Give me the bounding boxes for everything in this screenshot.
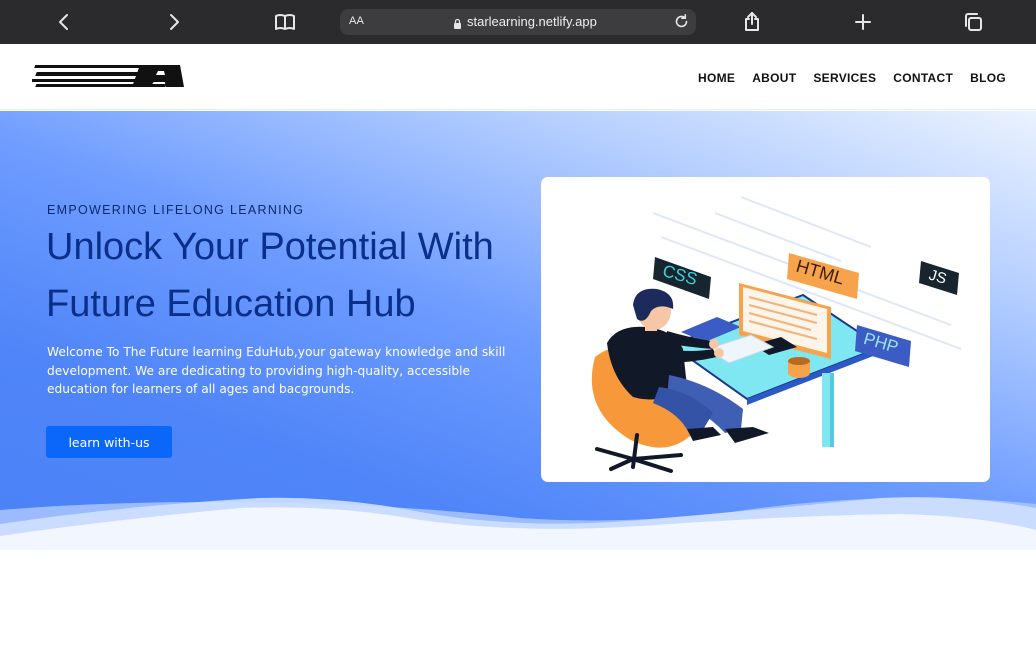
- nav-about[interactable]: ABOUT: [752, 71, 796, 85]
- reload-icon[interactable]: [673, 13, 690, 34]
- nav-contact[interactable]: CONTACT: [893, 71, 953, 85]
- plus-icon: [855, 14, 871, 30]
- browser-toolbar: AA starlearning.netlify.app: [0, 0, 1036, 44]
- hero-eyebrow: EMPOWERING LIFELONG LEARNING: [47, 203, 305, 217]
- chevron-right-icon: [170, 14, 179, 30]
- html-tag: HTML: [787, 253, 859, 299]
- url-text: starlearning.netlify.app: [467, 14, 597, 29]
- back-button[interactable]: [48, 6, 80, 38]
- hero-waves: [0, 497, 1036, 550]
- address-bar[interactable]: AA starlearning.netlify.app: [340, 9, 696, 35]
- hero-headline: Unlock Your Potential With Future Educat…: [46, 219, 516, 333]
- text-size-button[interactable]: AA: [349, 15, 364, 27]
- php-tag: PHP: [855, 325, 911, 367]
- hero-intro: Welcome To The Future learning EduHub,yo…: [47, 345, 506, 396]
- page-below-hero: [0, 550, 1036, 648]
- hero-section: EMPOWERING LIFELONG LEARNING Unlock Your…: [0, 111, 1036, 550]
- hero-illustration: CSS HTML JS PHP: [541, 177, 990, 482]
- share-button[interactable]: [736, 6, 768, 38]
- main-nav: HOME ABOUT SERVICES CONTACT BLOG: [698, 71, 1006, 85]
- lock-icon: [453, 15, 462, 34]
- new-tab-button[interactable]: [847, 6, 879, 38]
- bookmarks-button[interactable]: [269, 6, 301, 38]
- forward-button[interactable]: [158, 6, 190, 38]
- nav-blog[interactable]: BLOG: [970, 71, 1006, 85]
- book-icon: [275, 14, 295, 30]
- tabs-button[interactable]: [957, 6, 989, 38]
- js-tag: JS: [919, 261, 959, 295]
- headline-line-1: Unlock Your Potential With: [46, 226, 494, 268]
- nav-home[interactable]: HOME: [698, 71, 735, 85]
- svg-text:CSS: CSS: [661, 261, 700, 289]
- nav-services[interactable]: SERVICES: [813, 71, 876, 85]
- site-header: HOME ABOUT SERVICES CONTACT BLOG: [0, 44, 1036, 110]
- learn-with-us-button[interactable]: learn with-us: [46, 426, 172, 458]
- share-icon: [745, 12, 759, 31]
- headline-line-2: Future Education Hub: [46, 283, 416, 325]
- site-logo[interactable]: [31, 63, 184, 89]
- tabs-icon: [965, 13, 982, 31]
- chevron-left-icon: [59, 14, 68, 30]
